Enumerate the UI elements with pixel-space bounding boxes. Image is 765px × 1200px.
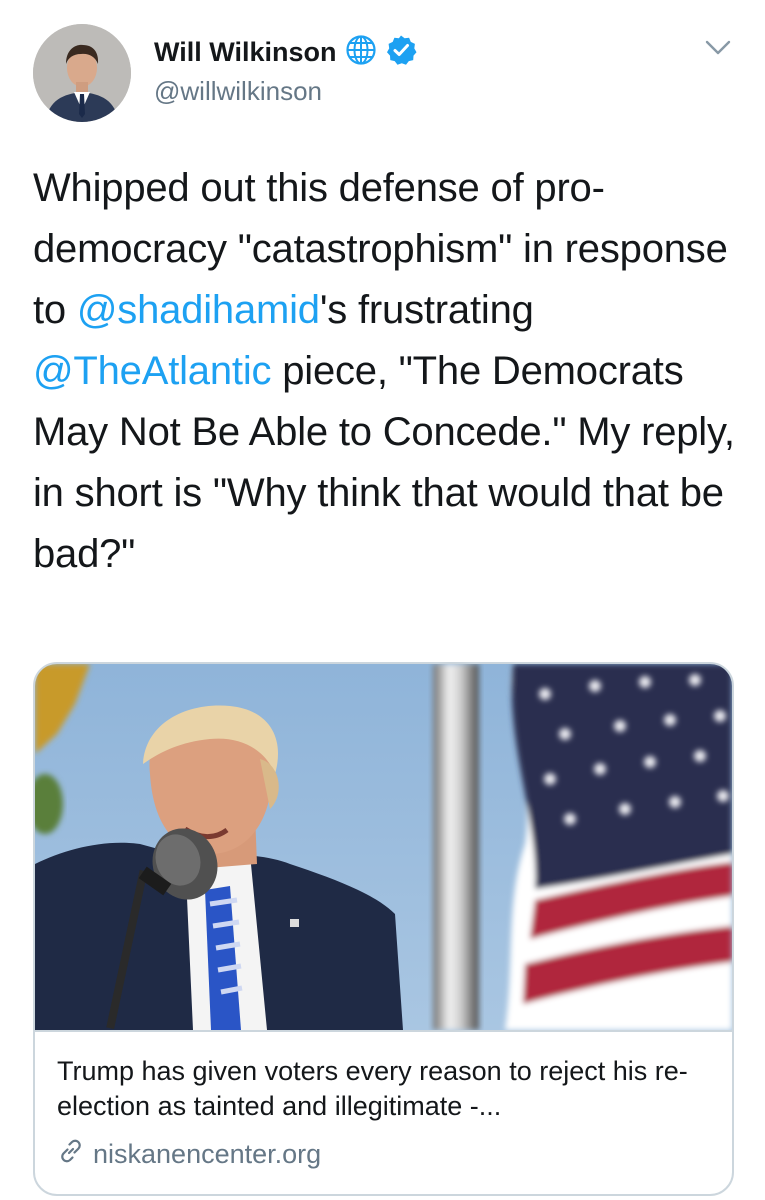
- tweet-text-segment: 's frustrating: [319, 288, 534, 332]
- tweet-menu-button[interactable]: [700, 30, 736, 66]
- mention-link[interactable]: @TheAtlantic: [33, 349, 272, 393]
- globe-icon: [345, 34, 377, 71]
- author-handle[interactable]: @willwilkinson: [154, 76, 322, 107]
- link-icon: [57, 1137, 85, 1172]
- link-preview-card[interactable]: Trump has given voters every reason to r…: [33, 662, 734, 1196]
- card-title[interactable]: Trump has given voters every reason to r…: [57, 1054, 717, 1124]
- avatar-image: [33, 24, 131, 122]
- card-domain[interactable]: niskanencenter.org: [93, 1139, 321, 1170]
- card-domain-link[interactable]: niskanencenter.org: [57, 1136, 321, 1172]
- tweet-text: Whipped out this defense of pro-democrac…: [33, 158, 738, 585]
- card-divider: [35, 1030, 732, 1032]
- author-display-name[interactable]: Will Wilkinson: [154, 37, 337, 68]
- mention-link[interactable]: @shadihamid: [77, 288, 320, 332]
- author-name-row[interactable]: Will Wilkinson: [154, 32, 417, 72]
- avatar[interactable]: [33, 24, 131, 122]
- card-image[interactable]: [35, 664, 732, 1030]
- verified-badge-icon: [385, 34, 417, 71]
- chevron-down-icon: [705, 40, 731, 55]
